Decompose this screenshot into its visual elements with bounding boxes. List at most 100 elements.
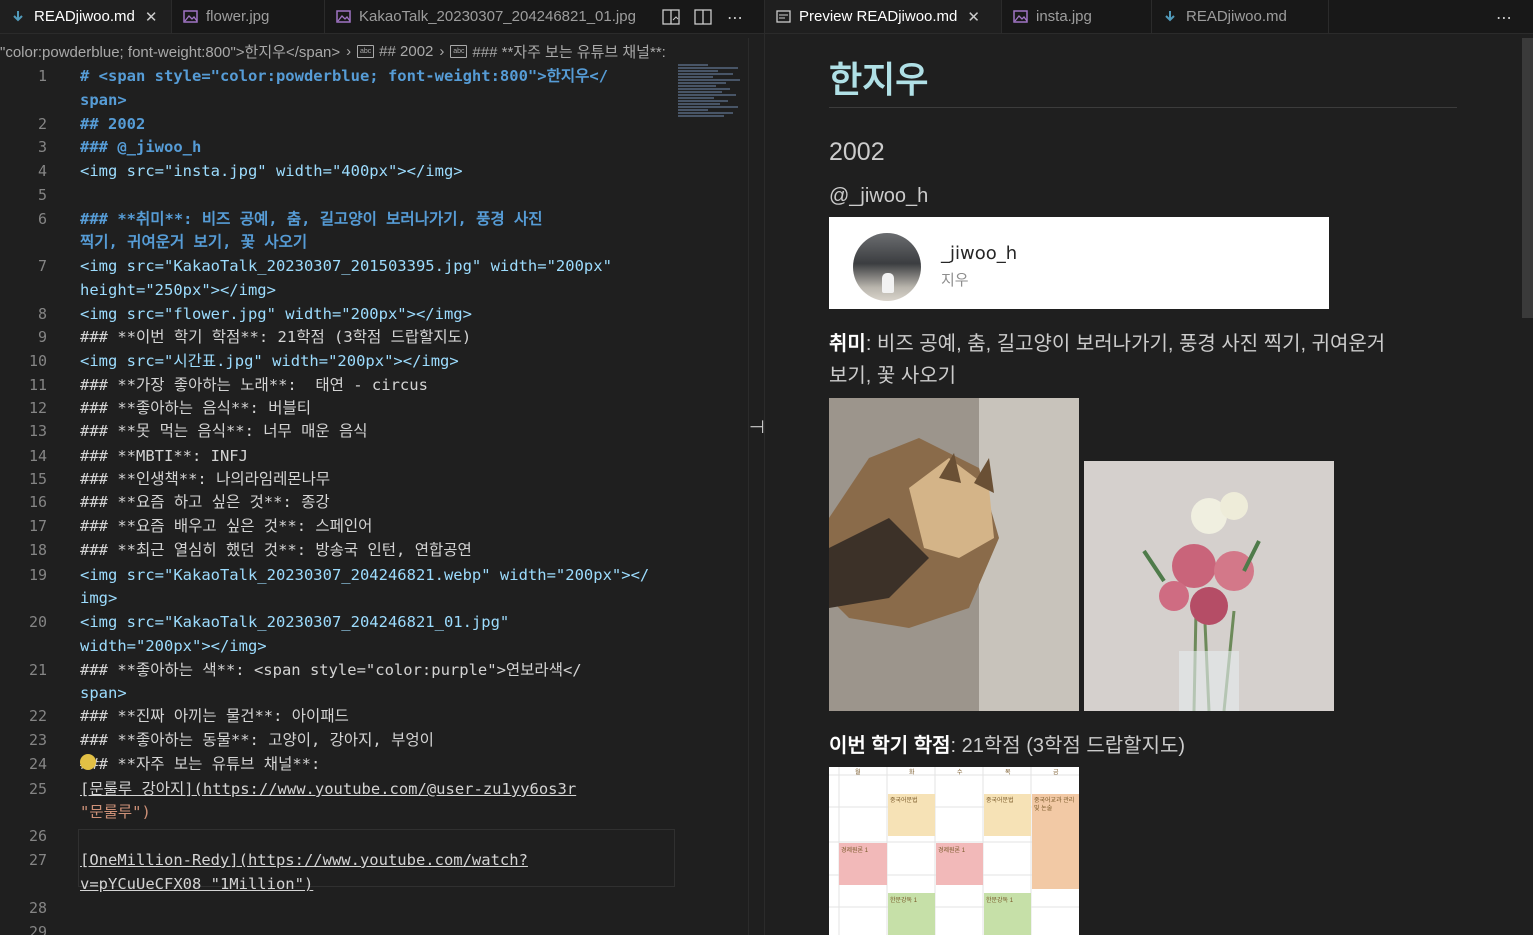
preview-scrollbar[interactable] — [1522, 38, 1533, 318]
line-number: 11 — [28, 376, 47, 394]
timetable-day: 월 — [855, 770, 861, 776]
editor-tab-bar: READjiwoo.md ✕ flower.jpg KakaoTalk_2023… — [0, 0, 764, 34]
insta-display-name: 지우 — [941, 271, 969, 289]
line-number: 10 — [28, 352, 47, 370]
preview-handle: @_jiwoo_h — [829, 185, 929, 207]
divider — [829, 107, 1457, 108]
tab-insta-jpg[interactable]: insta.jpg — [1002, 0, 1152, 33]
preview-tab-bar: Preview READjiwoo.md ✕ insta.jpg READjiw… — [765, 0, 1533, 34]
line-number: 7 — [37, 257, 47, 275]
preview-title: 한지우 — [829, 59, 929, 100]
line-number: 26 — [28, 827, 47, 845]
breadcrumb-item[interactable]: ## 2002 — [379, 43, 433, 60]
line-number: 4 — [37, 162, 47, 180]
timetable-day: 수 — [957, 770, 963, 776]
more-actions-icon[interactable]: ⋯ — [1493, 6, 1515, 28]
tab-label: insta.jpg — [1036, 8, 1092, 25]
code-line: span> — [80, 684, 127, 702]
close-icon[interactable]: ✕ — [145, 8, 158, 26]
code-line: img> — [80, 589, 118, 607]
chevron-right-icon: › — [439, 42, 445, 60]
code-line: <img src="insta.jpg" width="400px"></img… — [80, 162, 463, 180]
line-number: 8 — [37, 305, 47, 323]
code-editor[interactable]: 1 2 3 4 5 6 7 8 9 10 11 12 13 14 15 16 1… — [0, 64, 680, 935]
line-number: 9 — [37, 328, 47, 346]
code-line: <img src="KakaoTalk_20230307_201503395.j… — [80, 257, 612, 275]
credit-line: 이번 학기 학점: 21학점 (3학점 드랍할지도) — [829, 730, 1185, 762]
code-line: ### **MBTI**: INFJ — [80, 447, 248, 465]
split-sash-handle[interactable]: ⊣ — [749, 417, 764, 439]
code-line: ### **최근 열심히 했던 것**: 방송국 인턴, 연합공연 — [80, 541, 472, 559]
breadcrumb-item[interactable]: ### **자주 보는 유튜브 채널**: — [472, 41, 665, 62]
code-line: <img src="KakaoTalk_20230307_204246821_0… — [80, 613, 510, 631]
timetable-cell: 경제원론 1 — [841, 848, 869, 854]
tab-flower-jpg[interactable]: flower.jpg — [172, 0, 325, 33]
line-number: 22 — [28, 707, 47, 725]
editor-scrollbar[interactable] — [748, 38, 763, 935]
line-number: 5 — [37, 186, 47, 204]
preview-pane: Preview READjiwoo.md ✕ insta.jpg READjiw… — [765, 0, 1533, 935]
breadcrumb-item[interactable]: "color:powderblue; font-weight:800">한지우<… — [0, 41, 340, 62]
code-line: ### @_jiwoo_h — [80, 138, 202, 156]
hobby-line-1: 취미: 비즈 공예, 춤, 길고양이 보러나가기, 풍경 사진 찍기, 귀여운거 — [829, 328, 1385, 360]
hobby-label: 취미 — [829, 333, 866, 355]
timetable-cell: 중국어문법 — [890, 798, 918, 804]
code-line: ### **이번 학기 학점**: 21학점 (3학점 드랍할지도) — [80, 328, 472, 346]
markdown-preview: 한지우 2002 @_jiwoo_h _jiwoo_h 지우 취미: 비즈 공예… — [829, 38, 1469, 935]
split-editor-icon[interactable] — [692, 6, 714, 28]
line-number: 17 — [28, 517, 47, 535]
timetable-image: 월 화 수 목 금 중국어문법 중국어문법 중국어교과 관리 및 논술 경제원론… — [829, 767, 1079, 935]
credit-label: 이번 학기 학점 — [829, 735, 951, 757]
flower-photo — [1084, 461, 1334, 711]
line-number: 1 — [37, 67, 47, 85]
timetable-day: 목 — [1005, 770, 1011, 776]
tab-label: KakaoTalk_20230307_204246821_01.jpg — [359, 8, 636, 25]
string-symbol-icon: abc — [357, 44, 375, 58]
cat-photo — [829, 398, 1079, 711]
string-symbol-icon: abc — [450, 44, 468, 58]
image-icon — [1012, 9, 1028, 25]
code-line: ### **취미**: 비즈 공예, 춤, 길고양이 보러나가기, 풍경 사진 — [80, 210, 543, 228]
timetable-cell: 중국어문법 — [986, 798, 1014, 804]
line-number: 3 — [37, 138, 47, 156]
code-line: ### **못 먹는 음식**: 너무 매운 음식 — [80, 422, 368, 440]
code-line: ### **가장 좋아하는 노래**: 태연 - circus — [80, 376, 428, 394]
chevron-right-icon: › — [346, 42, 352, 60]
minimap[interactable] — [678, 64, 748, 134]
preview-icon — [775, 9, 791, 25]
image-icon — [182, 9, 198, 25]
code-line: [OneMillion-Redy](https://www.youtube.co… — [80, 851, 528, 869]
code-line: ### **좋아하는 색**: <span style="color:purpl… — [80, 661, 582, 679]
code-line: "문룰루") — [80, 803, 151, 821]
line-number: 15 — [28, 470, 47, 488]
code-line: [문룰루 강아지](https://www.youtube.com/@user-… — [80, 780, 577, 798]
tab-label: flower.jpg — [206, 8, 270, 25]
credit-text: : 21학점 (3학점 드랍할지도) — [950, 735, 1186, 757]
tab-readjiwoo-md-2[interactable]: READjiwoo.md — [1152, 0, 1329, 33]
tab-label: READjiwoo.md — [34, 8, 135, 25]
open-preview-icon[interactable] — [660, 6, 682, 28]
code-line: ### **좋아하는 음식**: 버블티 — [80, 399, 311, 417]
code-line: ### **요즘 하고 싶은 것**: 종강 — [80, 493, 330, 511]
code-line: ### **좋아하는 동물**: 고양이, 강아지, 부엉이 — [80, 731, 434, 749]
tab-kakaotalk-jpg[interactable]: KakaoTalk_20230307_204246821_01.jpg — [325, 0, 652, 33]
code-line: width="200px"></img> — [80, 637, 267, 655]
markdown-icon — [1162, 9, 1178, 25]
code-line: span> — [80, 91, 127, 109]
line-number: 16 — [28, 493, 47, 511]
more-actions-icon[interactable]: ⋯ — [724, 6, 746, 28]
timetable-day: 화 — [909, 770, 915, 776]
code-line: height="250px"></img> — [80, 281, 276, 299]
line-number: 29 — [28, 923, 47, 935]
tab-readjiwoo-md[interactable]: READjiwoo.md ✕ — [0, 0, 172, 33]
timetable-day: 금 — [1053, 770, 1059, 776]
lightbulb-icon[interactable] — [80, 754, 96, 770]
code-line: ### **자주 보는 유튜브 채널**: — [80, 755, 321, 773]
editor-pane: READjiwoo.md ✕ flower.jpg KakaoTalk_2023… — [0, 0, 764, 935]
close-icon[interactable]: ✕ — [967, 8, 980, 26]
line-number: 28 — [28, 899, 47, 917]
tab-preview-readjiwoo[interactable]: Preview READjiwoo.md ✕ — [765, 0, 1002, 33]
timetable-cell: 중국어교과 관리 및 논술 — [1034, 798, 1075, 812]
timetable-cell: 경제원론 1 — [938, 848, 966, 854]
code-line: ### **진짜 아끼는 물건**: 아이패드 — [80, 707, 349, 725]
